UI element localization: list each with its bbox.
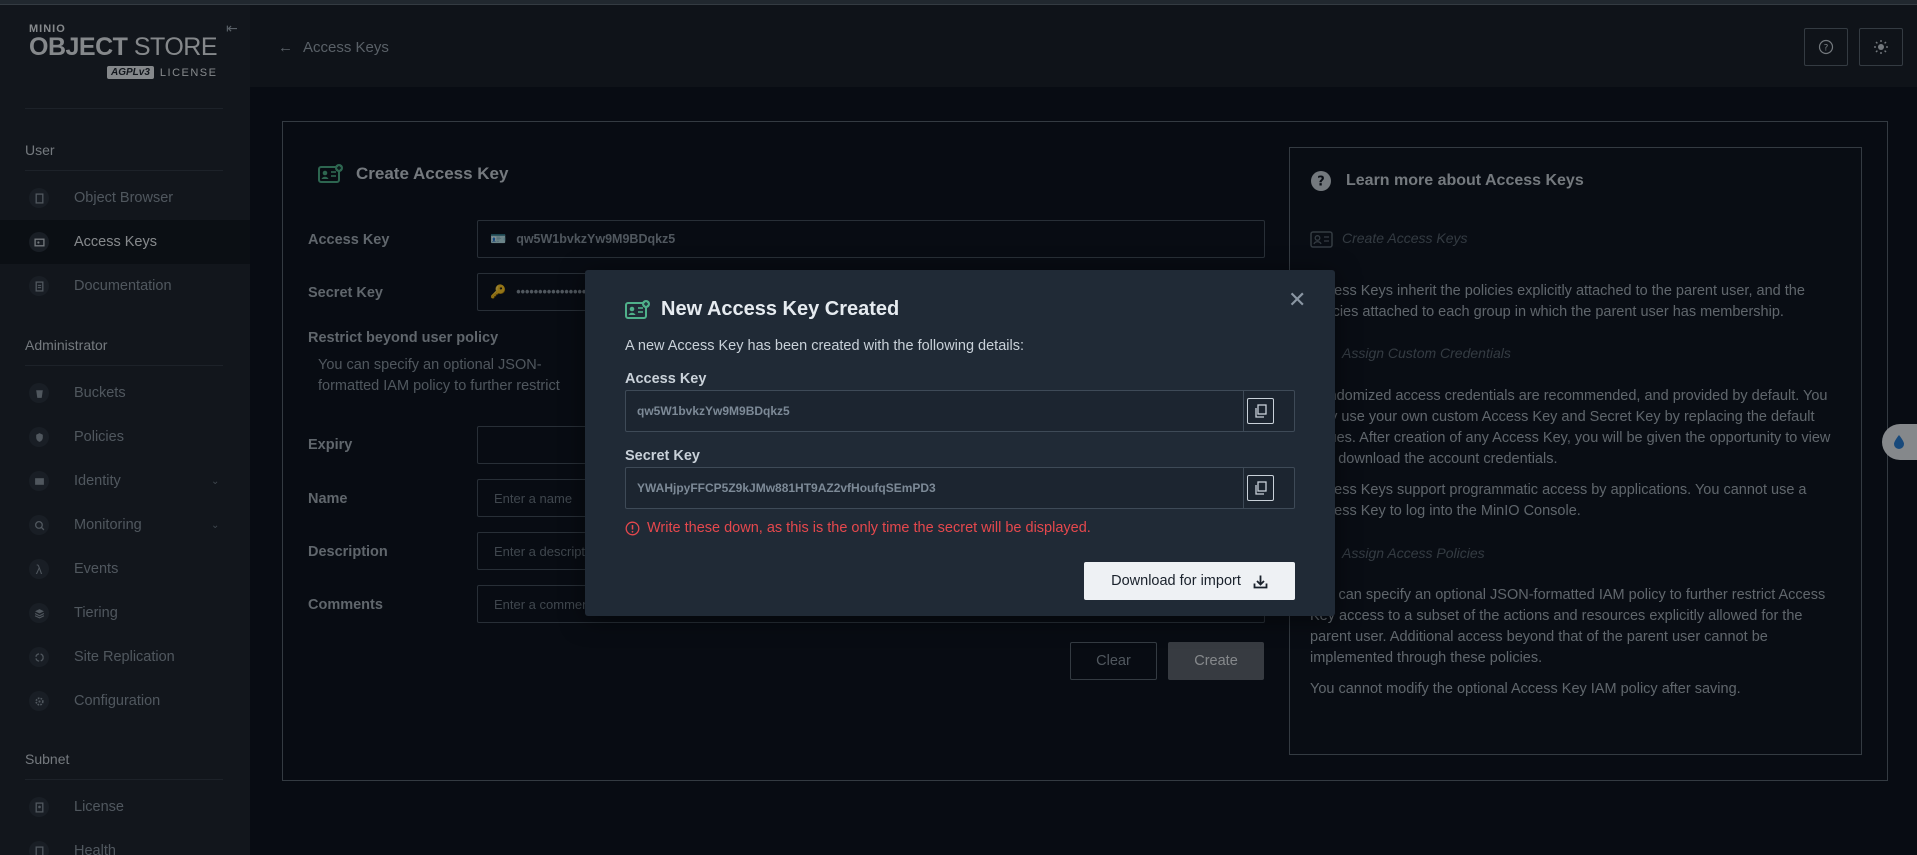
modal-access-key-label: Access Key (625, 371, 707, 387)
alert-circle-icon (625, 521, 640, 535)
secret-warning: Write these down, as this is the only ti… (625, 520, 1091, 536)
access-key-card-icon (625, 299, 650, 319)
modal-access-key-field: qw5W1bvkzYw9M9BDqkz5 (625, 390, 1295, 432)
new-access-key-modal: New Access Key Created ✕ A new Access Ke… (585, 270, 1335, 616)
modal-title: New Access Key Created (625, 298, 899, 321)
copy-access-key-button[interactable] (1247, 398, 1274, 424)
close-icon[interactable]: ✕ (1288, 287, 1306, 313)
modal-title-label: New Access Key Created (661, 298, 900, 320)
modal-access-key-value[interactable]: qw5W1bvkzYw9M9BDqkz5 (637, 404, 790, 418)
field-separator (1243, 391, 1244, 431)
download-label: Download for import (1111, 573, 1241, 589)
download-for-import-button[interactable]: Download for import (1084, 562, 1295, 600)
modal-secret-key-value[interactable]: YWAHjpyFFCP5Z9kJMw881HT9AZ2vfHoufqSEmPD3 (637, 481, 936, 495)
field-separator (1243, 468, 1244, 508)
modal-secret-key-label: Secret Key (625, 448, 700, 464)
modal-description: A new Access Key has been created with t… (625, 338, 1024, 354)
copy-icon (1254, 481, 1267, 495)
secret-warning-text: Write these down, as this is the only ti… (647, 520, 1091, 536)
modal-secret-key-field: YWAHjpyFFCP5Z9kJMw881HT9AZ2vfHoufqSEmPD3 (625, 467, 1295, 509)
copy-icon (1254, 404, 1267, 418)
copy-secret-key-button[interactable] (1247, 475, 1274, 501)
download-icon (1253, 575, 1268, 588)
